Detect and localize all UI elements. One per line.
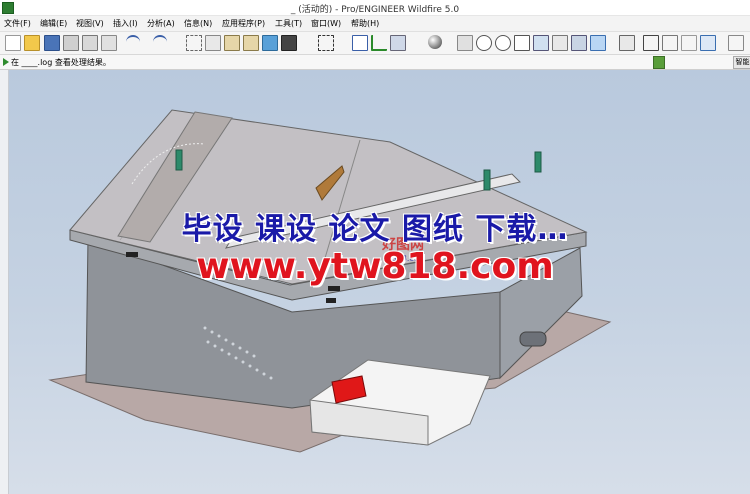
find-icon[interactable]	[281, 35, 297, 51]
menu-tools[interactable]: 工具(T)	[275, 18, 302, 29]
menu-edit[interactable]: 编辑(E)	[40, 18, 67, 29]
datum-icon[interactable]	[371, 35, 387, 51]
graphics-window[interactable]: 好图网 w818.co 毕设 课设 论文 图纸 下载… www.ytw818.c…	[0, 70, 750, 494]
send-icon[interactable]	[82, 35, 98, 51]
side-cutout	[519, 331, 547, 347]
copy-icon[interactable]	[205, 35, 221, 51]
front-slot	[326, 298, 336, 303]
window-title: _ (活动的) - Pro/ENGINEER Wildfire 5.0	[290, 5, 460, 15]
watermark-url: www.ytw818.com	[196, 246, 554, 287]
appearance-icon[interactable]	[390, 35, 406, 51]
wireframe-icon[interactable]	[643, 35, 659, 51]
close-window-icon[interactable]	[728, 35, 744, 51]
zoom-out-icon[interactable]	[495, 35, 511, 51]
clamp-post	[483, 169, 491, 191]
regenerate-icon[interactable]	[262, 35, 278, 51]
menu-window[interactable]: 窗口(W)	[311, 18, 341, 29]
sketch-icon[interactable]	[352, 35, 368, 51]
clamp-post	[175, 149, 183, 171]
select-box-icon[interactable]	[318, 35, 334, 51]
smart-filter-button[interactable]: 智能	[733, 56, 750, 69]
shading-icon[interactable]	[700, 35, 716, 51]
sphere-icon[interactable]	[428, 35, 442, 49]
menu-info[interactable]: 信息(N)	[184, 18, 212, 29]
no-hidden-icon[interactable]	[681, 35, 697, 51]
paste-special-icon[interactable]	[243, 35, 259, 51]
saved-views-icon[interactable]	[552, 35, 568, 51]
menu-applications[interactable]: 应用程序(P)	[222, 18, 265, 29]
menu-bar: 文件(F) 编辑(E) 视图(V) 插入(I) 分析(A) 信息(N) 应用程序…	[0, 16, 750, 32]
reorient-icon[interactable]	[533, 35, 549, 51]
status-message: 在 ____.log 查看处理结果。	[11, 58, 111, 67]
filter-icon[interactable]	[653, 56, 665, 69]
menu-analysis[interactable]: 分析(A)	[147, 18, 175, 29]
message-area: 在 ____.log 查看处理结果。 智能	[0, 55, 750, 70]
zoom-fit-icon[interactable]	[514, 35, 530, 51]
menu-view[interactable]: 视图(V)	[76, 18, 104, 29]
refit-icon[interactable]	[457, 35, 473, 51]
arrow-icon	[3, 58, 9, 66]
watermark-line1: 毕设 课设 论文 图纸 下载…	[181, 212, 569, 247]
layers-icon[interactable]	[571, 35, 587, 51]
menu-insert[interactable]: 插入(I)	[113, 18, 138, 29]
redo-icon[interactable]	[153, 35, 167, 51]
print-preview-icon[interactable]	[101, 35, 117, 51]
hidden-line-icon[interactable]	[662, 35, 678, 51]
new-icon[interactable]	[5, 35, 21, 51]
open-icon[interactable]	[24, 35, 40, 51]
paste-icon[interactable]	[224, 35, 240, 51]
zoom-in-icon[interactable]	[476, 35, 492, 51]
menu-help[interactable]: 帮助(H)	[351, 18, 379, 29]
clamp-post	[534, 151, 542, 173]
undo-icon[interactable]	[126, 35, 140, 51]
menu-file[interactable]: 文件(F)	[4, 18, 31, 29]
main-toolbar	[0, 32, 750, 55]
print-icon[interactable]	[63, 35, 79, 51]
save-icon[interactable]	[44, 35, 60, 51]
display-style-icon[interactable]	[590, 35, 606, 51]
title-bar: _ (活动的) - Pro/ENGINEER Wildfire 5.0	[0, 0, 750, 16]
model-tree-icon[interactable]	[619, 35, 635, 51]
cut-icon[interactable]	[186, 35, 202, 51]
